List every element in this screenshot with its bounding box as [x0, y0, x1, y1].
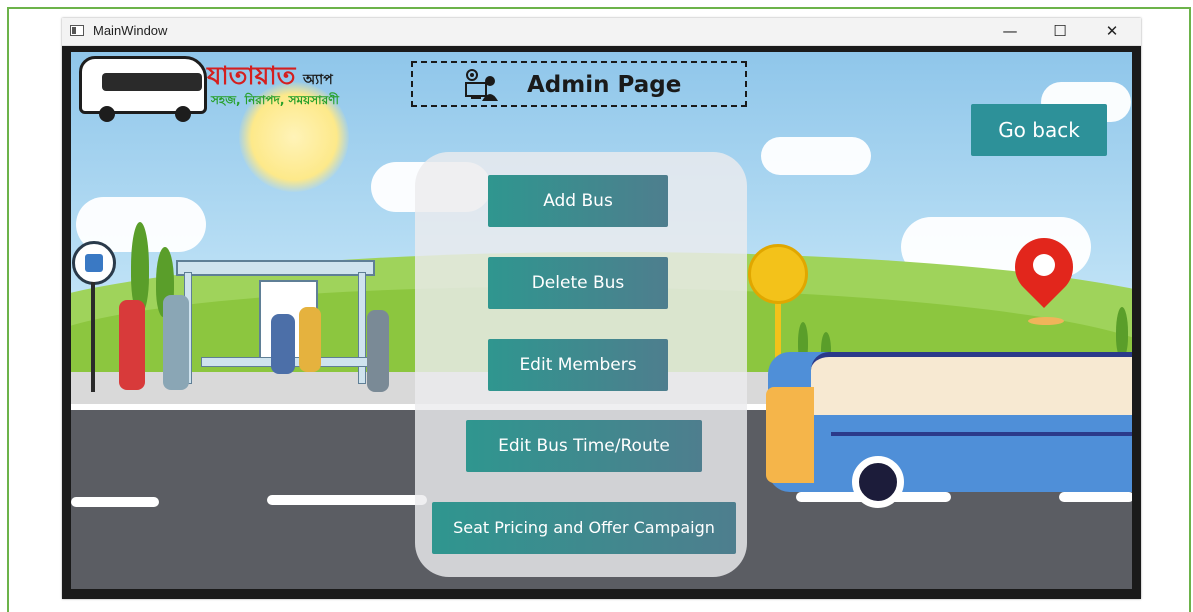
bus-logo-wheel — [175, 106, 191, 122]
page-title: Admin Page — [527, 72, 682, 98]
location-pin-dot — [1033, 254, 1055, 276]
road-dash — [71, 497, 159, 507]
page-header: Admin Page — [411, 61, 747, 107]
road-dash — [267, 495, 427, 505]
bus-front — [766, 387, 814, 483]
main-window: MainWindow — ☐ ✕ যাতায়াত অ্যাপ সহজ, নির… — [62, 18, 1141, 599]
bus-stripe — [831, 432, 1132, 436]
person-illustration — [163, 295, 189, 390]
bus-stop-sign-icon — [748, 244, 808, 304]
maximize-button[interactable]: ☐ — [1037, 18, 1083, 45]
location-pin-shadow — [1028, 317, 1064, 325]
cloud — [761, 137, 871, 175]
tree-illustration — [131, 222, 149, 312]
person-illustration — [367, 310, 389, 392]
person-illustration — [299, 307, 321, 372]
admin-gear-person-icon — [465, 69, 498, 101]
bus-sign-icon — [72, 241, 116, 285]
title-bar[interactable]: MainWindow — ☐ ✕ — [62, 18, 1141, 46]
road-dash — [1059, 492, 1132, 502]
window-title: MainWindow — [93, 23, 168, 38]
go-back-button[interactable]: Go back — [971, 104, 1107, 156]
add-bus-button[interactable]: Add Bus — [488, 175, 668, 227]
app-window-icon — [70, 25, 84, 36]
person-illustration — [271, 314, 295, 374]
bus-logo-wheel — [99, 106, 115, 122]
minimize-button[interactable]: — — [987, 18, 1033, 45]
edit-members-button[interactable]: Edit Members — [488, 339, 668, 391]
background-scene: যাতায়াত অ্যাপ সহজ, নিরাপদ, সময়সারণী Ad… — [71, 52, 1132, 589]
bus-shelter-post — [358, 272, 366, 384]
sign-pole — [91, 282, 95, 392]
delete-bus-button[interactable]: Delete Bus — [488, 257, 668, 309]
person-illustration — [119, 300, 145, 390]
logo-tagline: সহজ, নিরাপদ, সময়সারণী — [211, 93, 339, 107]
bus-logo-icon — [79, 56, 207, 114]
bus-shelter-roof — [176, 260, 375, 276]
close-button[interactable]: ✕ — [1089, 18, 1135, 45]
tree-illustration — [1116, 307, 1128, 357]
logo-suffix: অ্যাপ — [303, 72, 333, 88]
bus-windows — [811, 352, 1132, 415]
seat-pricing-offer-campaign-button[interactable]: Seat Pricing and Offer Campaign — [432, 502, 736, 554]
bus-logo-window — [102, 73, 202, 91]
bus-wheel — [852, 456, 904, 508]
edit-bus-time-route-button[interactable]: Edit Bus Time/Route — [466, 420, 702, 472]
